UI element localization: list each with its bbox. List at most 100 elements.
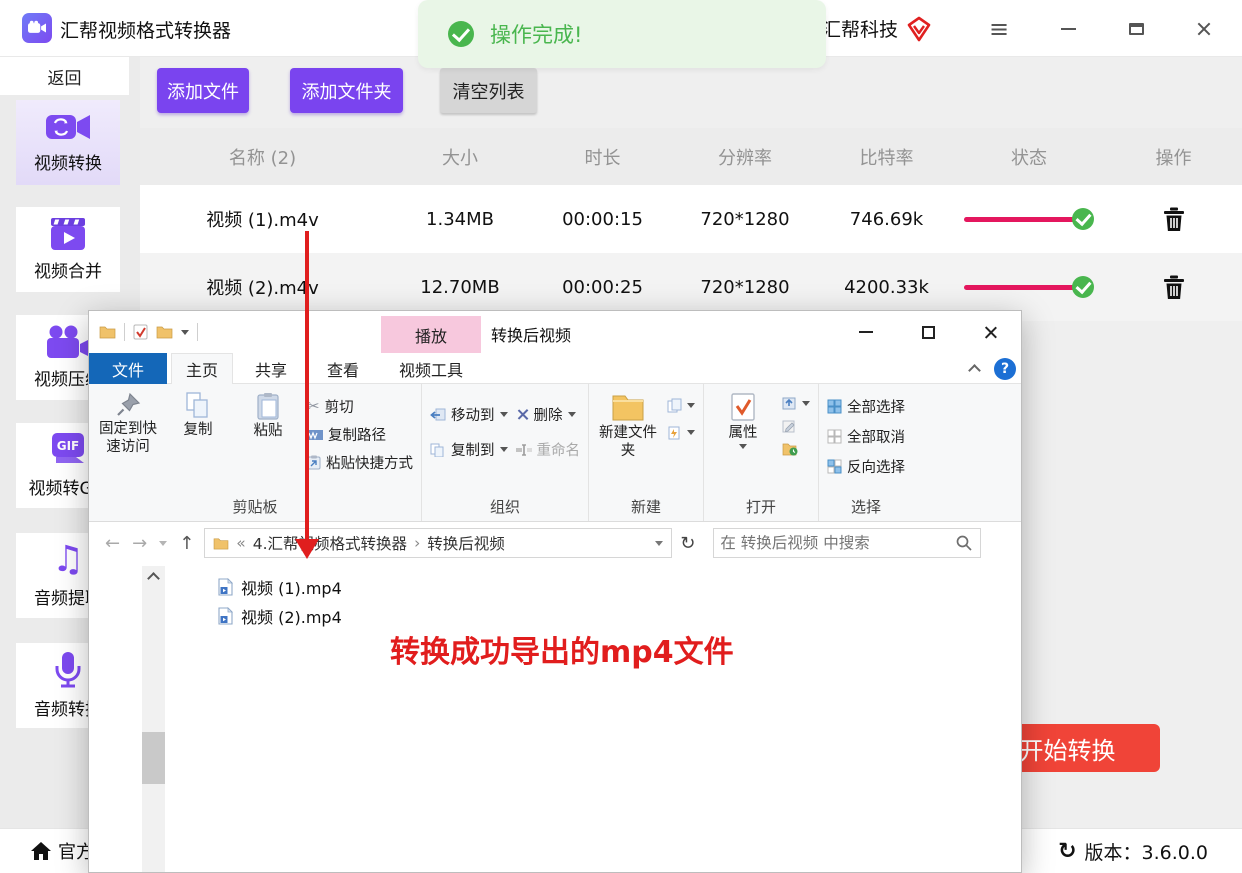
dropdown-icon [739,444,747,449]
cut-button[interactable]: ✂剪切 [307,396,413,417]
invert-selection-icon [827,459,842,474]
cell-name: 视频 (2).m4v [140,274,385,300]
move-to-button[interactable]: 移动到 [430,404,508,425]
search-input[interactable] [714,534,955,552]
select-all-icon [827,399,842,414]
tab-file[interactable]: 文件 [89,353,167,384]
file-item[interactable]: 视频 (2).mp4 [217,604,342,628]
scrollbar-thumb[interactable] [142,732,165,784]
maximize-icon [1129,23,1144,35]
easy-access-button[interactable] [667,425,695,440]
new-item-button[interactable] [667,398,695,413]
annotation-arrow [305,231,309,541]
properties-check-icon[interactable] [133,324,148,340]
group-label-clipboard: 剪贴板 [97,493,413,521]
select-none-button[interactable]: 全部取消 [827,426,905,447]
music-note-icon: ♫ [52,542,84,578]
breadcrumb-segment[interactable]: 4.汇帮视频格式转换器 [253,532,407,554]
open-button[interactable] [782,396,810,410]
ribbon-group-open: 属性 [704,384,819,521]
edit-button[interactable] [782,419,810,433]
col-resolution: 分辨率 [670,144,820,170]
add-file-button[interactable]: 添加文件 [157,68,249,113]
cell-size: 12.70MB [385,277,535,298]
sidebar-item-video-convert[interactable]: 视频转换 [16,100,120,185]
qat-dropdown-icon[interactable] [181,330,189,335]
search-box[interactable] [713,528,981,558]
video-convert-icon [45,111,91,143]
history-icon [782,442,798,456]
add-folder-button[interactable]: 添加文件夹 [290,68,403,113]
history-button[interactable] [782,442,810,456]
close-button[interactable] [1181,0,1227,57]
tab-play[interactable]: 播放 [381,316,481,353]
tab-share[interactable]: 共享 [241,353,301,384]
ribbon-group-new: 新建文件夹 新建 [589,384,704,521]
nav-forward-button[interactable]: → [132,533,147,554]
nav-pane-scrollbar[interactable] [142,566,165,873]
menu-button[interactable]: ≡ [976,0,1022,57]
scroll-up-icon[interactable] [147,572,160,585]
invert-selection-button[interactable]: 反向选择 [827,456,905,477]
help-button[interactable]: ? [989,353,1021,384]
breadcrumb-segment[interactable]: 转换后视频 [427,532,505,554]
maximize-button[interactable] [1113,0,1159,57]
cell-bitrate: 4200.33k [820,277,953,298]
copy-path-button[interactable]: 复制路径 [307,424,413,445]
delete-button[interactable]: 删除 [516,404,581,425]
sidebar-back-button[interactable]: 返回 [0,57,129,95]
ribbon-group-organize: 移动到 复制到 删除 重命 [422,384,589,521]
copy-to-button[interactable]: 复制到 [430,439,508,460]
new-folder-quick-icon[interactable] [156,325,173,339]
paste-shortcut-button[interactable]: 粘贴快捷方式 [307,452,413,473]
dropdown-icon [687,430,695,435]
explorer-minimize-button[interactable] [837,311,895,353]
clear-list-button[interactable]: 清空列表 [440,68,537,113]
explorer-maximize-button[interactable] [899,311,957,353]
refresh-button[interactable]: ↻ [672,533,705,554]
paste-button[interactable]: 粘贴 [237,388,299,440]
group-label-organize: 组织 [430,493,580,521]
file-item[interactable]: 视频 (1).mp4 [217,575,342,599]
pin-icon [115,392,141,418]
group-label-select: 选择 [827,493,905,521]
cell-bitrate: 746.69k [820,209,953,230]
tab-view[interactable]: 查看 [313,353,373,384]
collapse-ribbon-button[interactable] [957,353,991,384]
new-folder-button[interactable]: 新建文件夹 [597,388,659,460]
select-all-button[interactable]: 全部选择 [827,396,905,417]
delete-x-icon [516,408,529,421]
tab-home[interactable]: 主页 [171,353,233,384]
col-status: 状态 [953,144,1105,170]
delete-row-button[interactable] [1163,275,1185,300]
address-bar[interactable]: « 4.汇帮视频格式转换器 › 转换后视频 [204,528,672,558]
svg-text:GIF: GIF [57,439,80,453]
success-check-icon [1072,208,1094,230]
explorer-close-button[interactable] [961,311,1019,353]
address-dropdown-icon[interactable] [655,541,663,546]
new-item-icon [667,398,682,413]
tab-video-tools[interactable]: 视频工具 [381,353,481,384]
rename-button[interactable]: 重命名 [516,439,581,460]
properties-button[interactable]: 属性 [712,388,774,449]
pin-to-quick-access-button[interactable]: 固定到快速访问 [97,388,159,456]
sidebar-item-video-merge[interactable]: 视频合并 [16,207,120,292]
folder-icon [99,325,116,339]
properties-icon [730,392,756,422]
nav-up-button[interactable]: ↑ [179,533,194,554]
minimize-button[interactable] [1045,0,1091,57]
cell-size: 1.34MB [385,209,535,230]
media-file-icon [217,578,234,596]
nav-back-button[interactable]: ← [105,533,120,554]
breadcrumb-ellipsis[interactable]: « [236,534,245,552]
easy-access-icon [667,425,682,440]
rename-icon [516,444,532,456]
ribbon-group-select: 全部选择 全部取消 反向选择 选择 [819,384,913,521]
copy-button[interactable]: 复制 [167,388,229,439]
nav-recent-dropdown-icon[interactable] [159,541,167,546]
divider [124,323,125,341]
update-icon[interactable]: ↻ [1058,841,1076,863]
delete-row-button[interactable] [1163,207,1185,232]
move-to-icon [430,408,446,422]
search-icon[interactable] [955,534,973,552]
